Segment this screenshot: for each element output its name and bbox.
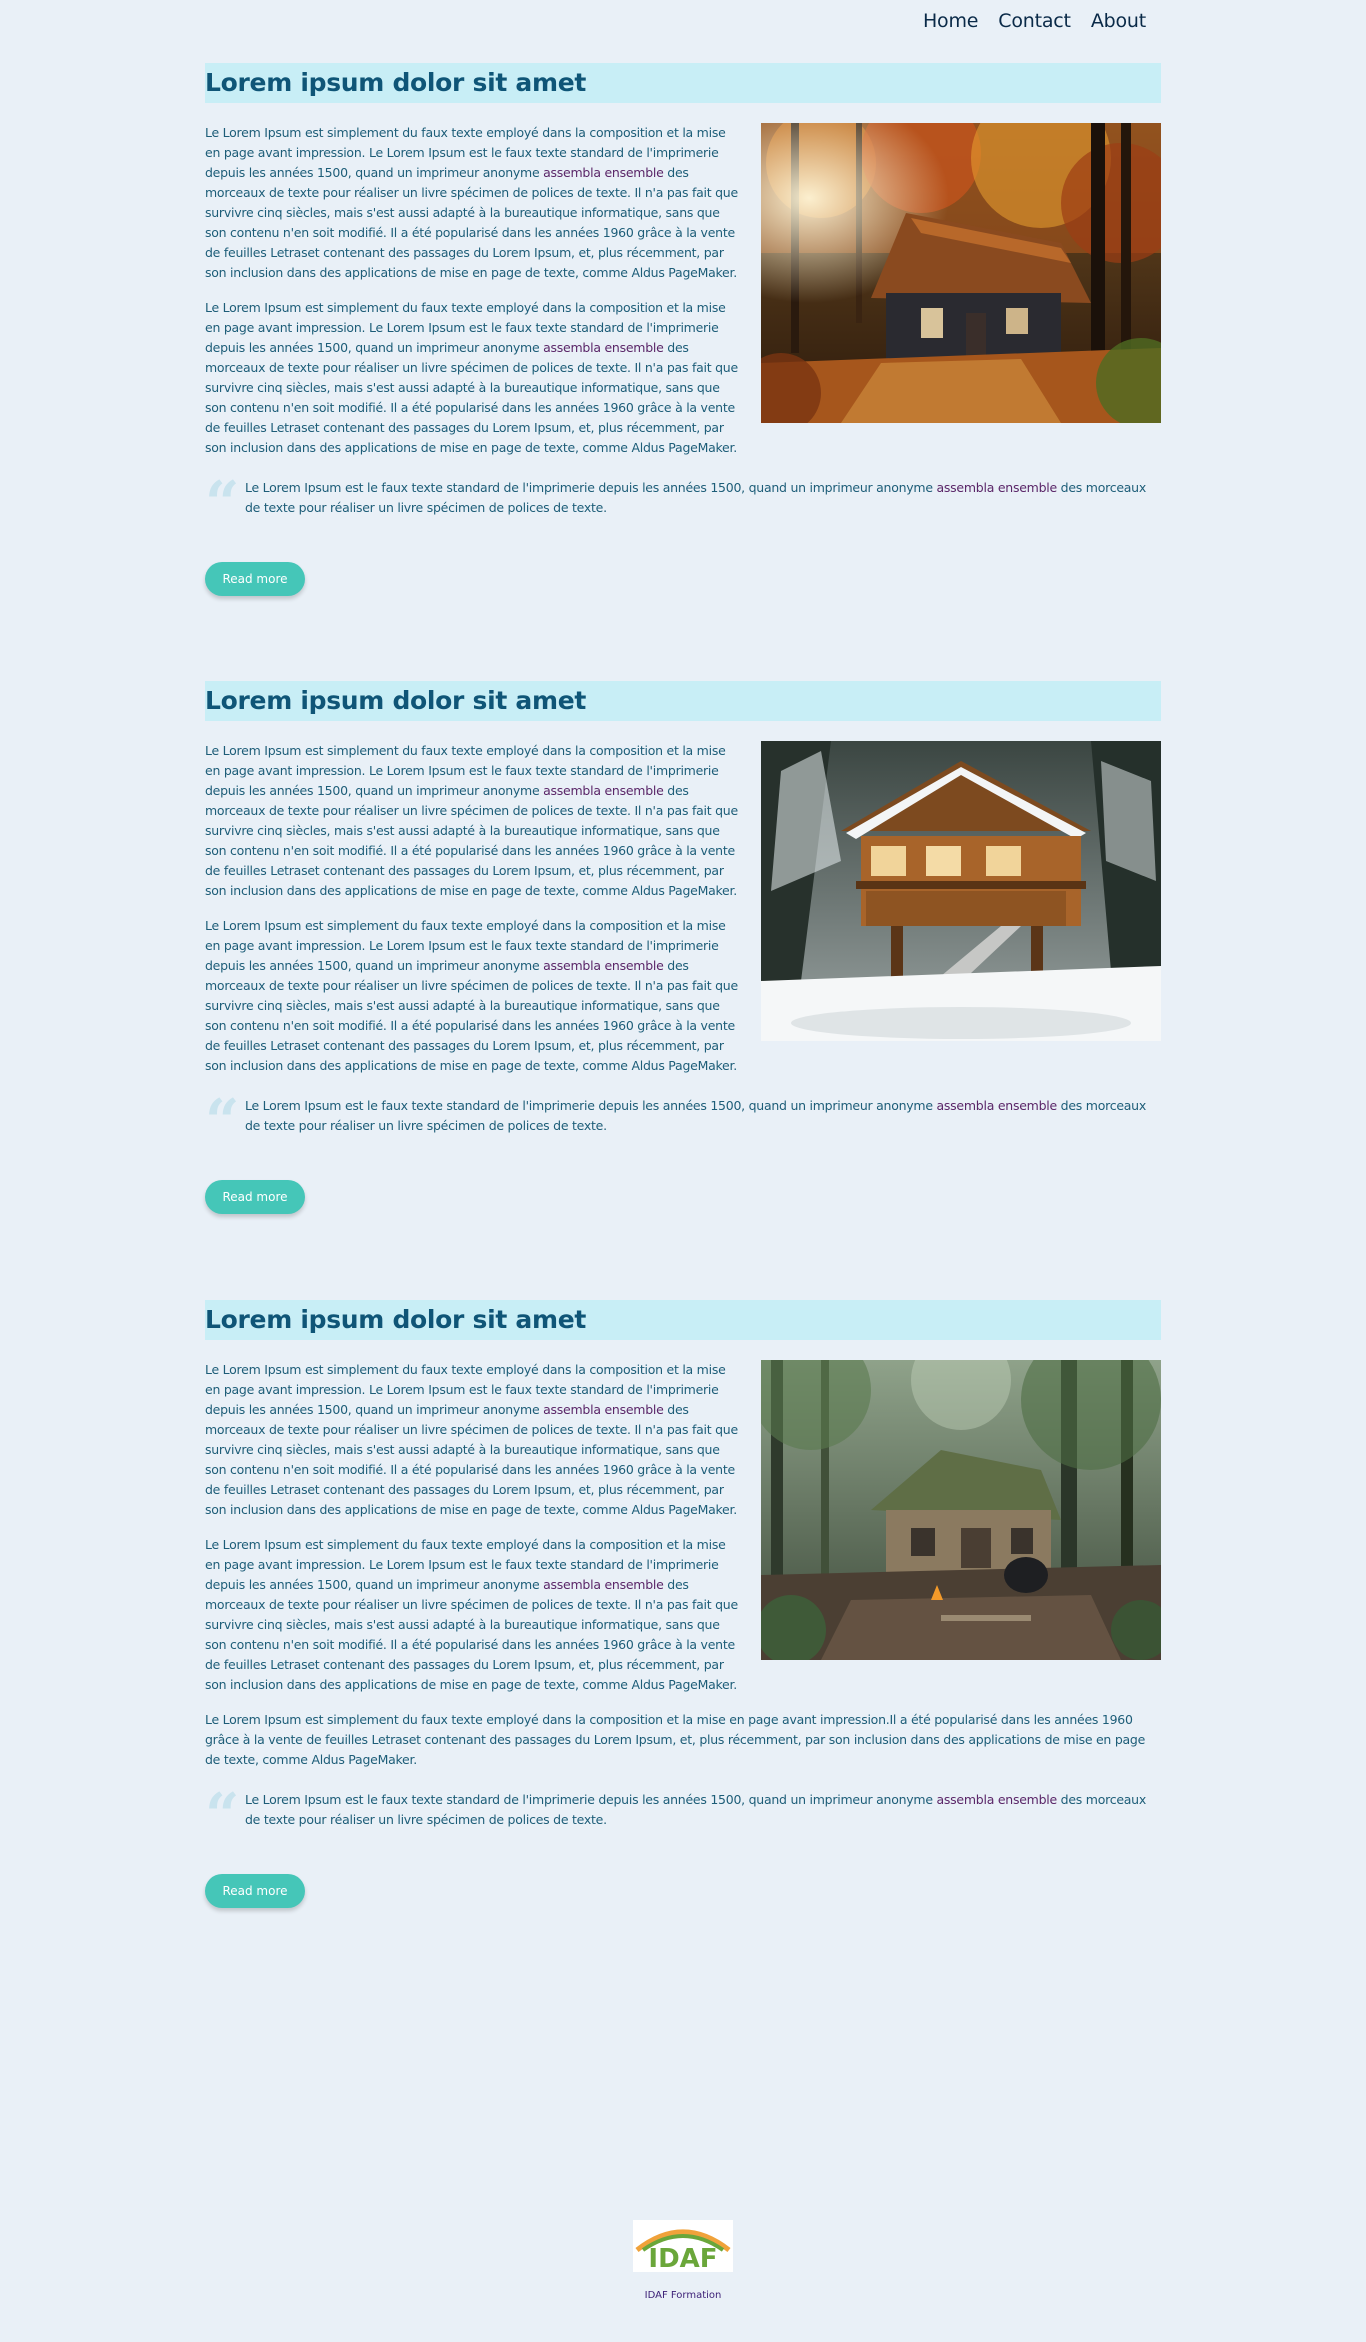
footer-caption: IDAF Formation [644, 2290, 722, 2301]
top-nav: Home Contact About [923, 10, 1146, 32]
article-paragraph-full: Le Lorem Ipsum est simplement du faux te… [205, 1712, 1146, 1767]
quote-text: Le Lorem Ipsum est le faux texte standar… [245, 1096, 1161, 1136]
article-body: Le Lorem Ipsum est simplement du faux te… [205, 741, 1161, 1076]
quote-text-part: Le Lorem Ipsum est le faux texte standar… [245, 480, 937, 495]
read-more-button[interactable]: Read more [205, 1874, 305, 1908]
autumn-cabin-image [761, 123, 1161, 423]
highlight-text: assembla ensemble [543, 783, 664, 798]
article-2: Lorem ipsum dolor sit amet Le Lorem Ipsu… [205, 681, 1161, 1214]
paragraph-text: des morceaux de texte pour réaliser un l… [205, 340, 738, 455]
highlight-text: assembla ensemble [543, 958, 664, 973]
article-body: Le Lorem Ipsum est simplement du faux te… [205, 1360, 1161, 1695]
article-quote: “ Le Lorem Ipsum est le faux texte stand… [205, 1786, 1161, 1846]
highlight-text: assembla ensemble [543, 340, 664, 355]
article-paragraph: Le Lorem Ipsum est simplement du faux te… [205, 298, 739, 458]
article-text-column: Le Lorem Ipsum est simplement du faux te… [205, 1360, 739, 1695]
paragraph-text: des morceaux de texte pour réaliser un l… [205, 1577, 738, 1692]
svg-text:IDAF: IDAF [648, 2244, 717, 2272]
article-paragraph: Le Lorem Ipsum est simplement du faux te… [205, 741, 739, 901]
article-text-column: Le Lorem Ipsum est simplement du faux te… [205, 123, 739, 458]
article-quote: “ Le Lorem Ipsum est le faux texte stand… [205, 474, 1161, 534]
quote-icon: “ [205, 469, 240, 539]
highlight-text: assembla ensemble [936, 1792, 1058, 1807]
quote-icon: “ [205, 1781, 240, 1851]
article-text-column: Le Lorem Ipsum est simplement du faux te… [205, 741, 739, 1076]
highlight-text: assembla ensemble [543, 165, 664, 180]
article-3: Lorem ipsum dolor sit amet Le Lorem Ipsu… [205, 1300, 1161, 1908]
highlight-text: assembla ensemble [543, 1577, 664, 1592]
read-more-button[interactable]: Read more [205, 1180, 305, 1214]
quote-text-part: Le Lorem Ipsum est le faux texte standar… [245, 1792, 937, 1807]
quote-text-part: Le Lorem Ipsum est le faux texte standar… [245, 1098, 937, 1113]
footer: IDAF IDAF Formation [0, 2220, 1366, 2301]
article-title: Lorem ipsum dolor sit amet [205, 681, 1161, 721]
paragraph-text: des morceaux de texte pour réaliser un l… [205, 958, 738, 1073]
article-quote: “ Le Lorem Ipsum est le faux texte stand… [205, 1092, 1161, 1152]
highlight-text: assembla ensemble [936, 480, 1058, 495]
idaf-logo: IDAF [633, 2220, 733, 2274]
quote-text: Le Lorem Ipsum est le faux texte standar… [245, 1790, 1161, 1830]
article-title: Lorem ipsum dolor sit amet [205, 63, 1161, 103]
article-1: Lorem ipsum dolor sit amet Le Lorem Ipsu… [205, 63, 1161, 596]
paragraph-text: des morceaux de texte pour réaliser un l… [205, 783, 738, 898]
forest-cabin-image [761, 1360, 1161, 1660]
article-paragraph: Le Lorem Ipsum est simplement du faux te… [205, 123, 739, 283]
nav-about-link[interactable]: About [1091, 10, 1146, 32]
highlight-text: assembla ensemble [543, 1402, 664, 1417]
article-paragraph: Le Lorem Ipsum est simplement du faux te… [205, 1535, 739, 1695]
article-paragraph: Le Lorem Ipsum est simplement du faux te… [205, 916, 739, 1076]
read-more-button[interactable]: Read more [205, 562, 305, 596]
winter-treehouse-image [761, 741, 1161, 1041]
nav-home-link[interactable]: Home [923, 10, 979, 32]
article-body: Le Lorem Ipsum est simplement du faux te… [205, 123, 1161, 458]
article-paragraph: Le Lorem Ipsum est simplement du faux te… [205, 1360, 739, 1520]
paragraph-text: des morceaux de texte pour réaliser un l… [205, 1402, 738, 1517]
paragraph-text: des morceaux de texte pour réaliser un l… [205, 165, 738, 280]
article-title: Lorem ipsum dolor sit amet [205, 1300, 1161, 1340]
highlight-text: assembla ensemble [936, 1098, 1058, 1113]
nav-contact-link[interactable]: Contact [998, 10, 1071, 32]
quote-text: Le Lorem Ipsum est le faux texte standar… [245, 478, 1161, 518]
quote-icon: “ [205, 1087, 240, 1157]
